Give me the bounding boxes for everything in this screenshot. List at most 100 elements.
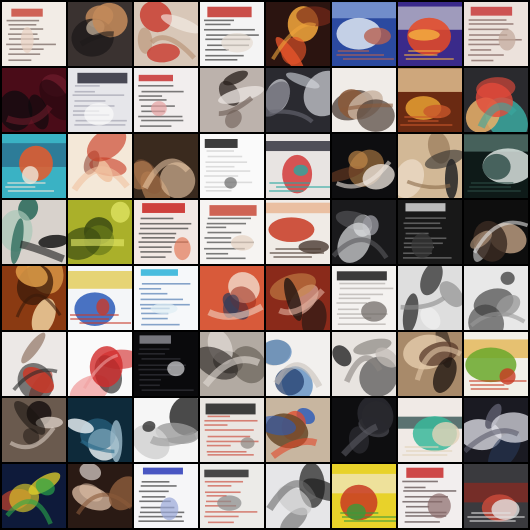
thumbnail-image	[398, 464, 462, 528]
thumbnail-7-2	[68, 398, 132, 462]
thumbnail-image	[266, 134, 330, 198]
thumbnail-2-4	[200, 68, 264, 132]
thumbnail-image	[2, 464, 66, 528]
thumbnail-image	[464, 266, 528, 330]
thumbnail-5-2	[68, 266, 132, 330]
thumbnail-image	[332, 134, 396, 198]
thumbnail-1-1	[2, 2, 66, 66]
thumbnail-5-7	[398, 266, 462, 330]
thumbnail-image	[200, 266, 264, 330]
thumbnail-2-3	[134, 68, 198, 132]
thumbnail-image	[398, 332, 462, 396]
thumbnail-6-8	[464, 332, 528, 396]
thumbnail-image	[2, 200, 66, 264]
thumbnail-1-7	[398, 2, 462, 66]
thumbnail-image	[68, 200, 132, 264]
thumbnail-image	[464, 2, 528, 66]
thumbnail-image	[200, 2, 264, 66]
thumbnail-6-2	[68, 332, 132, 396]
thumbnail-6-7	[398, 332, 462, 396]
thumbnail-image	[134, 332, 198, 396]
thumbnail-image	[200, 200, 264, 264]
thumbnail-5-5	[266, 266, 330, 330]
thumbnail-image	[266, 332, 330, 396]
thumbnail-1-6	[332, 2, 396, 66]
thumbnail-image	[266, 464, 330, 528]
thumbnail-8-6	[332, 464, 396, 528]
thumbnail-image	[134, 266, 198, 330]
thumbnail-1-5	[266, 2, 330, 66]
thumbnail-6-5	[266, 332, 330, 396]
thumbnail-4-8	[464, 200, 528, 264]
thumbnail-8-3	[134, 464, 198, 528]
thumbnail-2-5	[266, 68, 330, 132]
thumbnail-6-6	[332, 332, 396, 396]
thumbnail-image	[134, 134, 198, 198]
thumbnail-image	[2, 398, 66, 462]
thumbnail-image	[68, 266, 132, 330]
thumbnail-image	[2, 2, 66, 66]
thumbnail-image	[332, 464, 396, 528]
thumbnail-image	[398, 134, 462, 198]
thumbnail-image	[134, 2, 198, 66]
thumbnail-image	[134, 200, 198, 264]
thumbnail-8-8	[464, 464, 528, 528]
thumbnail-5-1	[2, 266, 66, 330]
thumbnail-image	[266, 2, 330, 66]
thumbnail-image	[398, 2, 462, 66]
thumbnail-3-6	[332, 134, 396, 198]
thumbnail-image	[200, 68, 264, 132]
thumbnail-image	[332, 266, 396, 330]
thumbnail-image	[464, 200, 528, 264]
thumbnail-6-4	[200, 332, 264, 396]
thumbnail-4-4	[200, 200, 264, 264]
thumbnail-image	[200, 464, 264, 528]
thumbnail-7-1	[2, 398, 66, 462]
thumbnail-image	[266, 398, 330, 462]
thumbnail-3-1	[2, 134, 66, 198]
thumbnail-image	[398, 398, 462, 462]
thumbnail-image	[332, 68, 396, 132]
thumbnail-8-7	[398, 464, 462, 528]
thumbnail-3-3	[134, 134, 198, 198]
thumbnail-image	[134, 398, 198, 462]
thumbnail-3-8	[464, 134, 528, 198]
thumbnail-image	[200, 134, 264, 198]
thumbnail-1-8	[464, 2, 528, 66]
thumbnail-image	[2, 134, 66, 198]
thumbnail-2-6	[332, 68, 396, 132]
thumbnail-4-7	[398, 200, 462, 264]
thumbnail-image	[68, 2, 132, 66]
thumbnail-image	[68, 464, 132, 528]
thumbnail-image	[68, 398, 132, 462]
thumbnail-2-7	[398, 68, 462, 132]
thumbnail-image	[200, 332, 264, 396]
thumbnail-4-6	[332, 200, 396, 264]
thumbnail-image	[332, 332, 396, 396]
thumbnail-8-1	[2, 464, 66, 528]
thumbnail-image	[266, 266, 330, 330]
thumbnail-7-6	[332, 398, 396, 462]
thumbnail-image	[464, 464, 528, 528]
thumbnail-5-3	[134, 266, 198, 330]
thumbnail-image	[68, 134, 132, 198]
thumbnail-1-3	[134, 2, 198, 66]
thumbnail-image	[266, 200, 330, 264]
thumbnail-4-5	[266, 200, 330, 264]
thumbnail-7-5	[266, 398, 330, 462]
thumbnail-2-1	[2, 68, 66, 132]
thumbnail-2-2	[68, 68, 132, 132]
thumbnail-image	[464, 134, 528, 198]
thumbnail-7-3	[134, 398, 198, 462]
thumbnail-image	[398, 68, 462, 132]
thumbnail-image	[2, 68, 66, 132]
thumbnail-6-1	[2, 332, 66, 396]
thumbnail-8-5	[266, 464, 330, 528]
thumbnail-image	[266, 68, 330, 132]
thumbnail-image	[464, 398, 528, 462]
thumbnail-1-2	[68, 2, 132, 66]
thumbnail-image	[2, 332, 66, 396]
thumbnail-image	[68, 68, 132, 132]
thumbnail-image	[464, 332, 528, 396]
thumbnail-3-2	[68, 134, 132, 198]
